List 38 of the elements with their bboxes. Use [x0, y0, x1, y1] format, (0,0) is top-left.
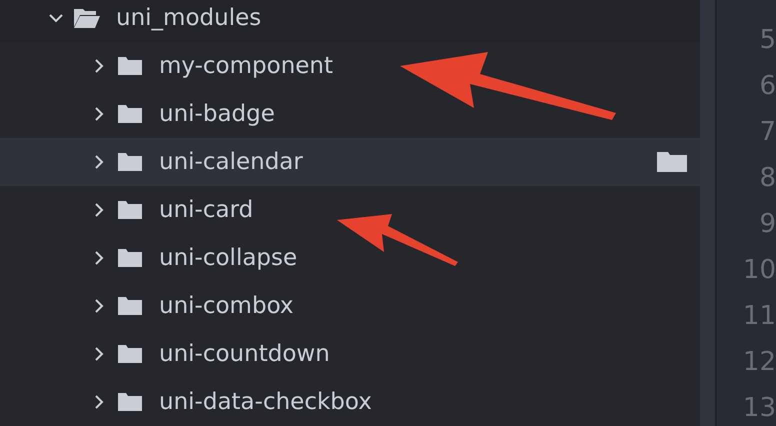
- tree-row[interactable]: uni-data-checkbox: [0, 378, 700, 426]
- tree-row[interactable]: uni_modules: [0, 0, 700, 42]
- tree-row[interactable]: uni-badge: [0, 90, 700, 138]
- line-number: 13: [742, 392, 776, 425]
- line-number: 8: [759, 162, 776, 195]
- line-number: 12: [742, 346, 776, 379]
- tree-row[interactable]: uni-card: [0, 186, 700, 234]
- tree-row[interactable]: uni-collapse: [0, 234, 700, 282]
- folder-name: uni_modules: [116, 5, 262, 31]
- folder-name: uni-card: [159, 197, 254, 223]
- folder-name: uni-collapse: [159, 245, 298, 271]
- folder-icon: [117, 296, 143, 316]
- tree-row[interactable]: uni-countdown: [0, 330, 700, 378]
- folder-icon: [117, 248, 143, 268]
- scrollbar[interactable]: [700, 0, 715, 426]
- line-number: 5: [759, 24, 776, 57]
- line-number: 6: [759, 70, 776, 103]
- line-number: 7: [759, 116, 776, 149]
- folder-icon: [117, 392, 143, 412]
- line-number: 10: [742, 254, 776, 287]
- folder-name: uni-badge: [159, 101, 275, 127]
- folder-name: uni-combox: [159, 293, 294, 319]
- folder-name: uni-countdown: [159, 341, 330, 367]
- folder-icon: [117, 200, 143, 220]
- line-number: 9: [759, 208, 776, 241]
- tree-row[interactable]: uni-combox: [0, 282, 700, 330]
- line-number: 11: [742, 300, 776, 333]
- folder-name: my-component: [159, 53, 334, 79]
- folder-icon: [117, 56, 143, 76]
- folder-icon: [117, 152, 143, 172]
- folder-name: uni-calendar: [159, 149, 303, 175]
- folder-icon[interactable]: [656, 151, 688, 173]
- tree-row[interactable]: my-component: [0, 42, 700, 90]
- folder-icon: [117, 344, 143, 364]
- folder-name: uni-data-checkbox: [159, 389, 372, 415]
- tree-row[interactable]: uni-calendar: [0, 138, 700, 186]
- folder-icon: [117, 104, 143, 124]
- open-folder-icon: [74, 8, 100, 28]
